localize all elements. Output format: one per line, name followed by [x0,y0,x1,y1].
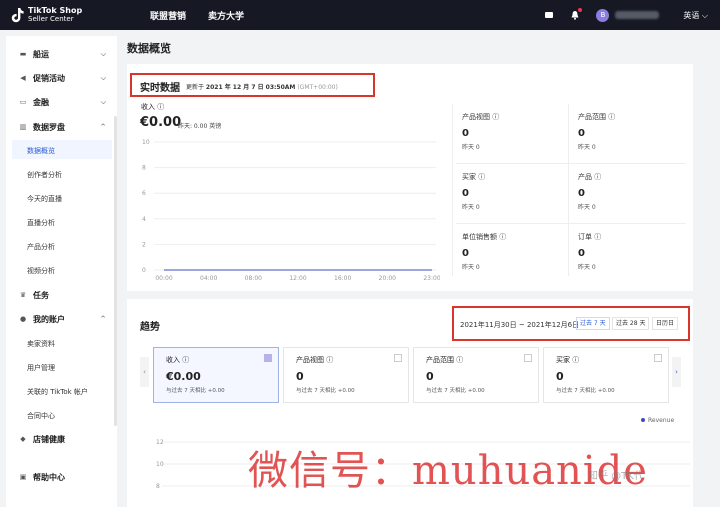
kpi-orders: 订单 ⓘ 0 昨天 0 [578,233,602,271]
last-28-days-button[interactable]: 过去 28 天 [612,317,650,330]
y-tick-label: 12 [156,439,164,446]
revenue-yesterday: 昨天: 0.00 英镑 [178,123,222,130]
sidebar-item-contract-center[interactable]: 合同中心 [27,411,55,421]
sidebar-item-live-analysis[interactable]: 直播分析 [27,218,55,228]
y-tick-label: 6 [142,190,146,197]
x-tick-label: 00:00 [155,275,172,282]
card-checkbox[interactable] [394,354,402,362]
sidebar-scrollbar[interactable] [114,116,117,426]
x-tick-label: 04:00 [200,275,217,282]
y-tick-label: 10 [156,461,164,468]
revenue-label: 收入 ⓘ [141,103,165,111]
card-checkbox[interactable] [524,354,532,362]
nav-affiliate[interactable]: 联盟营销 [150,9,186,22]
y-tick-label: 10 [142,139,150,146]
trend-card-buyers[interactable]: 买家 ⓘ 0 与过去 7 天相比 +0.00 [543,347,669,403]
revenue-value: €0.00 [140,115,182,130]
tiktok-logo-icon [10,7,24,23]
realtime-title: 实时数据 [140,83,180,94]
sidebar-item-my-account[interactable]: ● 我的账户 ^ [18,312,106,326]
top-bar: TikTok Shop Seller Center 联盟营销 卖方大学 B 英语… [0,0,720,30]
megaphone-icon: ◀ [20,74,26,82]
logo-line1: TikTok Shop [28,6,83,15]
date-range-picker[interactable]: 2021年11月30日 ~ 2021年12月6日 [460,320,579,330]
x-tick-label: 08:00 [245,275,262,282]
calendar-day-button[interactable]: 日历日 [652,317,679,330]
trophy-icon: ♛ [19,291,27,299]
chevron-up-icon: ^ [100,123,106,131]
sidebar-item-linked-tiktok[interactable]: 关联的 TikTok 帐户 [27,387,88,397]
logo-line2: Seller Center [28,15,74,23]
carousel-prev-arrow[interactable]: ‹ [140,357,149,387]
bell-icon[interactable] [570,8,583,20]
help-icon: ▣ [19,473,27,481]
card-checkbox[interactable] [654,354,662,362]
trend-card-product-reach[interactable]: 产品范围 ⓘ 0 与过去 7 天相比 +0.00 [413,347,539,403]
tiktok-shop-logo[interactable]: TikTok Shop Seller Center [10,6,120,24]
sidebar-item-video-analysis[interactable]: 视频分析 [27,266,55,276]
trends-title: 趋势 [140,322,160,333]
avatar[interactable]: B [596,8,610,22]
sidebar-item-finance[interactable]: ▭ 金融 ⌵ [18,95,106,109]
last-7-days-button[interactable]: 过去 7 天 [576,317,610,330]
notification-dot [578,8,583,12]
y-tick-label: 0 [142,267,146,274]
blurred-username [615,11,660,19]
trend-card-revenue[interactable]: 收入 ⓘ €0.00 与过去 7 天相比 +0.00 [153,347,279,403]
kpi-divider [456,223,686,224]
x-tick-label: 23:00 [423,275,440,282]
sidebar-item-data-overview[interactable]: 数据概览 [27,146,55,156]
y-tick-label: 8 [156,483,160,490]
y-tick-label: 2 [142,241,146,248]
realtime-updated: 更新于 2021 年 12 月 7 日 03:50AM (GMT+00:00) [186,84,338,91]
sidebar-item-user-management[interactable]: 用户管理 [27,363,55,373]
realtime-line-chart: 0 2 4 6 8 10 00:00 04:00 08:00 12:00 16:00 20:00 23:… [142,139,440,282]
compass-icon: ▥ [19,123,27,131]
chart-legend: Revenue [641,417,674,424]
x-tick-label: 16:00 [334,275,351,282]
kpi-unit-sales: 单位销售额 ⓘ 0 昨天 0 [462,233,507,271]
timezone: (GMT+00:00) [297,84,338,91]
sidebar-item-creator-analysis[interactable]: 创作者分析 [27,170,62,180]
nav-seller-university[interactable]: 卖方大学 [208,9,244,22]
zhihu-watermark: 知乎 @TK代 [588,471,644,482]
money-icon: ▭ [19,98,27,106]
page-title: 数据概览 [127,42,171,55]
card-checkbox[interactable] [264,354,272,362]
updated-time: 2021 年 12 月 7 日 03:50AM [205,84,296,91]
sidebar-item-promotions[interactable]: ◀ 促销活动 ⌵ [18,71,106,85]
x-tick-label: 12:00 [289,275,306,282]
y-tick-label: 8 [142,165,146,172]
kpi-buyers: 买家 ⓘ 0 昨天 0 [462,173,486,211]
ship-icon: ▬ [19,50,27,58]
shield-icon: ◆ [20,435,26,443]
sidebar-item-today-live[interactable]: 今天的直播 [27,194,62,204]
chevron-down-icon: ⌵ [100,49,106,58]
chevron-down-icon: ⌵ [100,97,106,106]
kpi-product-views: 产品视图 ⓘ 0 昨天 0 [462,113,500,151]
chevron-up-icon: ^ [100,315,106,323]
top-nav: 联盟营销 卖方大学 [150,9,266,22]
kpi-products: 产品 ⓘ 0 昨天 0 [578,173,602,211]
sidebar-item-data-compass[interactable]: ▥ 数据罗盘 ^ [18,120,106,134]
message-icon[interactable] [544,10,554,20]
x-tick-label: 20:00 [379,275,396,282]
sidebar-item-tasks[interactable]: ♛ 任务 [18,288,106,302]
user-icon: ● [19,315,27,323]
kpi-divider [456,163,686,164]
sidebar-item-shipping[interactable]: ▬ 船运 ⌵ [18,47,106,61]
kpi-product-reach: 产品范围 ⓘ 0 昨天 0 [578,113,616,151]
language-selector[interactable]: 英语 ⌵ [683,10,708,21]
sidebar-item-shop-health[interactable]: ◆ 店铺健康 [18,432,106,446]
chevron-down-icon: ⌵ [100,73,106,82]
trend-card-product-views[interactable]: 产品视图 ⓘ 0 与过去 7 天相比 +0.00 [283,347,409,403]
sidebar-item-help-center[interactable]: ▣ 帮助中心 [18,470,106,484]
kpi-divider [452,104,453,276]
sidebar-item-product-analysis[interactable]: 产品分析 [27,242,55,252]
sidebar-item-seller-profile[interactable]: 卖家资料 [27,339,55,349]
legend-dot [641,418,645,422]
y-tick-label: 4 [142,216,146,223]
carousel-next-arrow[interactable]: › [672,357,681,387]
